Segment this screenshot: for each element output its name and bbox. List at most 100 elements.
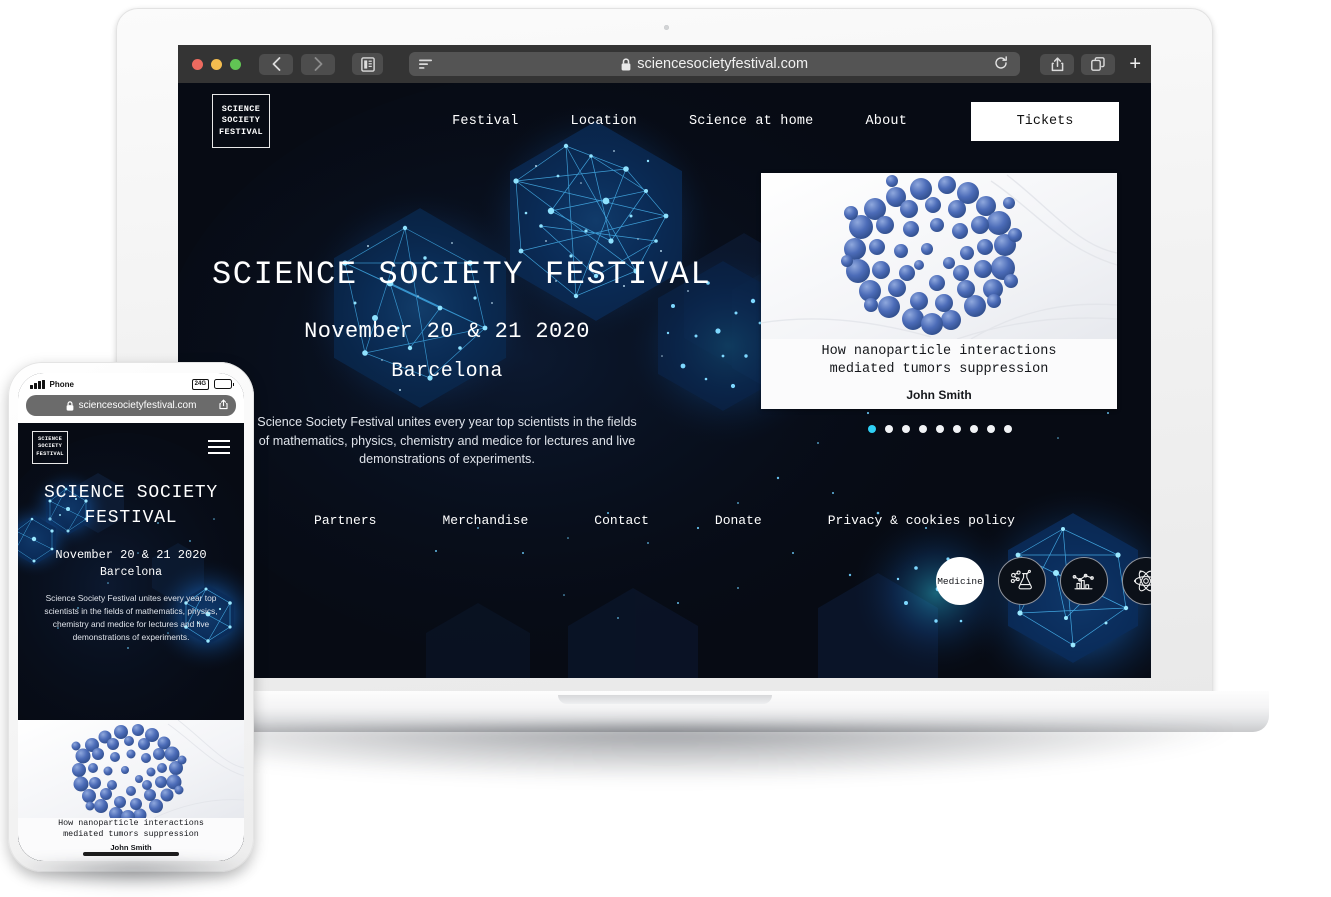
nav-item-festival[interactable]: Festival	[426, 114, 544, 129]
carousel-dot-5[interactable]	[936, 425, 944, 433]
phone-hero-date: November 20 & 21 2020	[55, 548, 207, 562]
logo-line-1: SCIENCE	[221, 103, 261, 114]
talk-title: How nanoparticle interactions mediated t…	[761, 343, 1117, 379]
tab-overview-button[interactable]	[1081, 53, 1116, 75]
phone-home-indicator[interactable]	[83, 852, 179, 856]
reload-button[interactable]	[994, 55, 1008, 73]
category-physics-button[interactable]	[1122, 557, 1151, 605]
carousel-dot-6[interactable]	[953, 425, 961, 433]
carousel-dot-7[interactable]	[970, 425, 978, 433]
phone-talk-author: John Smith	[110, 843, 152, 852]
phone-site-header: SCIENCE SOCIETY FESTIVAL	[18, 423, 244, 471]
phone-nanoparticle-illustration	[18, 720, 244, 818]
category-medicine-label: Medicine	[937, 575, 983, 587]
address-bar-text-wrap: sciencesocietyfestival.com	[409, 56, 1020, 72]
close-window-button[interactable]	[192, 58, 203, 70]
site-footer: Partners Merchandise Contact Donate Priv…	[178, 502, 1151, 540]
maximize-window-button[interactable]	[230, 58, 241, 70]
carousel-dot-1[interactable]	[868, 425, 876, 433]
tickets-button[interactable]: Tickets	[971, 101, 1119, 141]
phone-logo-line-1: SCIENCE	[37, 435, 63, 442]
hero-date: November 20 & 21 2020	[304, 319, 590, 345]
nanoparticle-cluster-image	[761, 173, 1117, 339]
reload-icon	[995, 55, 1008, 69]
phone-logo-line-3: FESTIVAL	[36, 450, 64, 457]
hamburger-menu-icon[interactable]	[208, 440, 230, 454]
talk-title-line-1: How nanoparticle interactions	[821, 344, 1057, 359]
new-tab-button[interactable]: +	[1129, 54, 1141, 74]
mockup-stage: sciencesocietyfestival.com + SCIENCE SOC…	[0, 0, 1331, 897]
lock-icon	[621, 57, 631, 70]
atom-icon	[1133, 570, 1151, 592]
phone-hero-city: Barcelona	[99, 566, 163, 579]
main-navigation: Festival Location Science at home About …	[426, 101, 1119, 141]
laptop-shadow	[86, 726, 1246, 782]
laptop-mockup: sciencesocietyfestival.com + SCIENCE SOC…	[60, 8, 1269, 782]
logo-line-3: FESTIVAL	[218, 126, 263, 137]
reader-view-button[interactable]	[352, 53, 383, 75]
category-medicine-button[interactable]: Medicine	[936, 557, 984, 605]
footer-link-privacy[interactable]: Privacy & cookies policy	[795, 513, 1048, 528]
phone-logo-line-2: SOCIETY	[37, 443, 63, 450]
phone-talk-title-line-1: How nanoparticle interactions	[58, 818, 204, 828]
toolbar-right-group: +	[1040, 53, 1141, 75]
phone-screen: Phone 24G sciencesocietyfestival.com SCI…	[18, 373, 244, 861]
hero-section: SCIENCE SOCIETY FESTIVAL November 20 & 2…	[178, 159, 1151, 482]
phone-hero-description: Science Society Festival unites every ye…	[44, 593, 218, 642]
nav-item-about[interactable]: About	[839, 114, 933, 129]
carousel-dot-3[interactable]	[902, 425, 910, 433]
reader-view-icon	[360, 56, 375, 72]
footer-link-contact[interactable]: Contact	[561, 513, 682, 528]
address-bar[interactable]: sciencesocietyfestival.com	[409, 52, 1021, 76]
hero-city: Barcelona	[391, 360, 503, 384]
lock-icon	[66, 400, 73, 411]
category-chemistry-button[interactable]	[998, 557, 1046, 605]
back-button[interactable]	[259, 53, 293, 75]
tab-overview-icon	[1091, 57, 1106, 71]
logo-line-2: SOCIETY	[221, 115, 261, 126]
website-viewport: SCIENCE SOCIETY FESTIVAL Festival Locati…	[178, 83, 1151, 678]
laptop-screen: sciencesocietyfestival.com + SCIENCE SOC…	[178, 45, 1151, 678]
category-statistics-button[interactable]	[1060, 557, 1108, 605]
minimize-window-button[interactable]	[211, 58, 222, 70]
share-button[interactable]	[1040, 53, 1075, 75]
window-controls[interactable]	[192, 58, 241, 70]
forward-button[interactable]	[301, 53, 335, 75]
footer-link-partners[interactable]: Partners	[281, 513, 409, 528]
carousel-dot-9[interactable]	[1004, 425, 1012, 433]
footer-link-merchandise[interactable]: Merchandise	[409, 513, 561, 528]
text-size-icon	[419, 59, 432, 69]
site-header: SCIENCE SOCIETY FESTIVAL Festival Locati…	[178, 83, 1151, 159]
talk-carousel: How nanoparticle interactions mediated t…	[761, 159, 1119, 482]
carrier-label: Phone	[49, 379, 74, 389]
carousel-dot-4[interactable]	[919, 425, 927, 433]
forward-chevron-icon	[314, 57, 322, 71]
page-title: SCIENCE SOCIETY FESTIVAL	[212, 256, 712, 294]
footer-link-donate[interactable]: Donate	[682, 513, 795, 528]
page-settings-icon[interactable]	[419, 59, 433, 70]
phone-talk-title: How nanoparticle interactions mediated t…	[18, 818, 244, 840]
talk-caption: How nanoparticle interactions mediated t…	[761, 339, 1117, 409]
chemistry-flask-icon	[1010, 569, 1032, 590]
phone-notch	[88, 373, 174, 392]
signal-bars-icon	[30, 379, 45, 389]
hero-text-block: SCIENCE SOCIETY FESTIVAL November 20 & 2…	[212, 159, 712, 482]
phone-nanoparticle-cluster-image	[18, 720, 244, 818]
talk-card[interactable]: How nanoparticle interactions mediated t…	[761, 173, 1117, 409]
phone-site-logo[interactable]: SCIENCE SOCIETY FESTIVAL	[32, 430, 68, 464]
category-filter-group: Medicine	[936, 557, 1151, 605]
browser-toolbar: sciencesocietyfestival.com +	[178, 45, 1151, 83]
talk-author: John Smith	[906, 388, 972, 402]
phone-talk-card[interactable]: How nanoparticle interactions mediated t…	[18, 720, 244, 861]
phone-talk-title-line-2: mediated tumors suppression	[63, 829, 199, 839]
nav-item-science-at-home[interactable]: Science at home	[663, 114, 840, 129]
carousel-dot-8[interactable]	[987, 425, 995, 433]
carousel-dot-2[interactable]	[885, 425, 893, 433]
carousel-dots[interactable]	[761, 425, 1119, 433]
statistics-chart-icon	[1072, 573, 1094, 590]
talk-title-line-2: mediated tumors suppression	[829, 362, 1049, 377]
phone-mockup: Phone 24G sciencesocietyfestival.com SCI…	[8, 362, 254, 872]
back-chevron-icon	[272, 57, 280, 71]
nav-item-location[interactable]: Location	[545, 114, 663, 129]
site-logo[interactable]: SCIENCE SOCIETY FESTIVAL	[212, 94, 270, 148]
